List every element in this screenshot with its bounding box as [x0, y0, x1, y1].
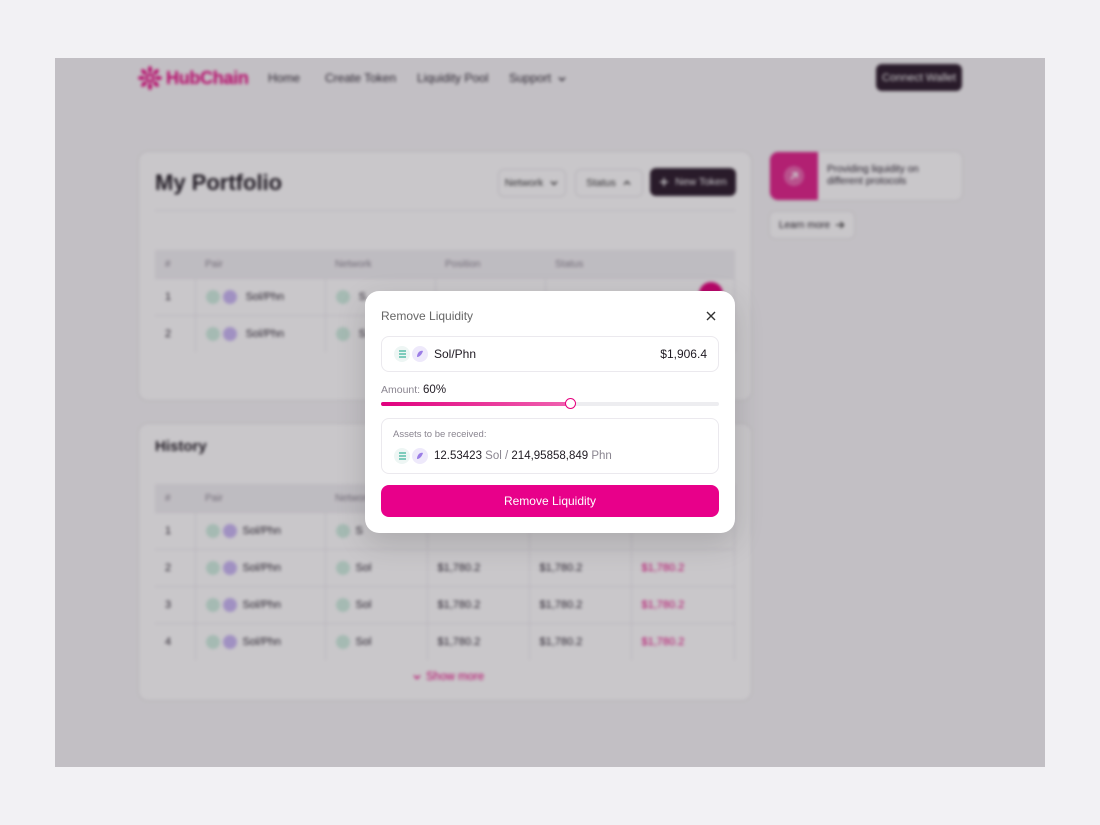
- app-frame: HubChain Home Create Token Liquidity Poo…: [55, 58, 1045, 767]
- phn-coin-icon: [412, 448, 428, 464]
- amount-slider-handle[interactable]: [565, 398, 577, 409]
- pair-name: Sol/Phn: [434, 347, 477, 361]
- phn-amount: 214,95858,849: [511, 450, 589, 462]
- amount-value: 60%: [423, 384, 447, 396]
- sol-coin-icon: [394, 346, 410, 362]
- assets-label: Assets to be received:: [393, 429, 487, 440]
- sol-unit: Sol: [485, 450, 502, 462]
- phn-coin-icon: [412, 346, 428, 362]
- pair-row: Sol/Phn $1,906.4: [381, 336, 719, 372]
- amount-readout: Amount: 60%: [381, 384, 446, 396]
- pair-value: $1,906.4: [660, 347, 707, 361]
- sol-coin-icon: [394, 448, 410, 464]
- close-icon[interactable]: [704, 309, 718, 323]
- assets-separator: /: [505, 450, 509, 462]
- amount-slider-fill: [381, 402, 571, 406]
- assets-amounts: 12.53423 Sol / 214,95858,849 Phn: [434, 450, 612, 462]
- remove-liquidity-modal: Remove Liquidity Sol/Phn $1,906.4 Amount…: [365, 291, 735, 533]
- amount-slider[interactable]: [381, 398, 719, 409]
- modal-title: Remove Liquidity: [381, 309, 474, 323]
- assets-box: Assets to be received: 12.53423 Sol / 21…: [381, 418, 719, 474]
- remove-liquidity-button[interactable]: Remove Liquidity: [381, 485, 719, 517]
- amount-label: Amount:: [381, 384, 421, 396]
- phn-unit: Phn: [591, 450, 612, 462]
- sol-amount: 12.53423: [434, 450, 482, 462]
